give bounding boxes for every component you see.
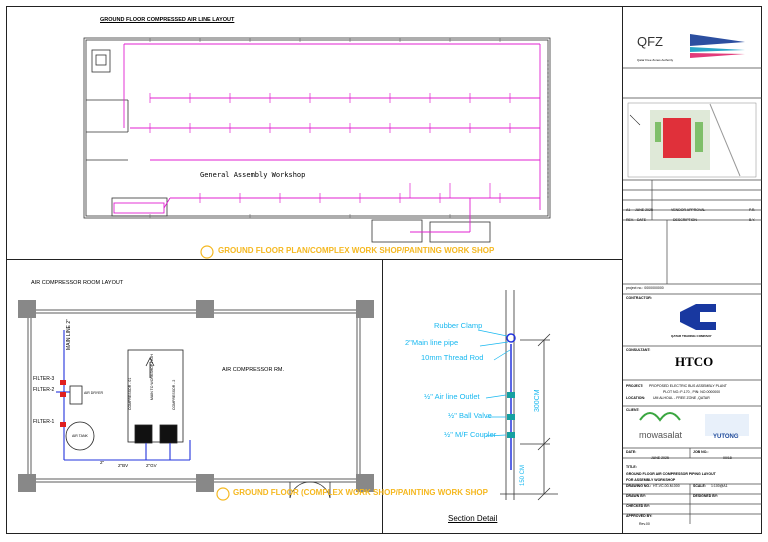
project-label: PROJECT: bbox=[626, 384, 644, 388]
client-logo-sub: Qatar Free Zones Authority bbox=[637, 58, 674, 62]
sheet-revision: Rev.00 bbox=[639, 522, 650, 526]
rev-header-date: DATE bbox=[637, 218, 647, 222]
location-label: LOCATION: bbox=[626, 396, 646, 400]
drawn-by-label: DRAWN BY: bbox=[626, 494, 646, 498]
rev-header-rev: REV. bbox=[626, 218, 634, 222]
bv-label-1: 2"BV bbox=[118, 463, 129, 468]
size-label: 2" bbox=[100, 460, 105, 465]
scale-value: 1:100@A1 bbox=[711, 484, 728, 488]
title-label: TITLE: bbox=[626, 465, 637, 469]
watermark-logo-2 bbox=[216, 487, 230, 501]
client-label: CLIENT: bbox=[626, 408, 640, 412]
air-tank-label: AIR TANK bbox=[72, 434, 88, 438]
ball-valve-label: ½" Ball Valve bbox=[448, 411, 492, 420]
watermark-text-2: GROUND FLOOR (COMPLEX WORK SHOP/PAINTING… bbox=[233, 488, 488, 497]
main-line-pipe-label: 2"Main line pipe bbox=[405, 338, 459, 347]
dim-300-label: 300CM bbox=[534, 389, 541, 412]
workshop-label: General Assembly Workshop bbox=[200, 171, 306, 179]
section-detail-title: Section Detail bbox=[448, 514, 498, 523]
rev-a1-date: JUNE 2025 bbox=[635, 208, 653, 212]
job-label: JOB NO.: bbox=[693, 450, 709, 454]
compressor-room-layout-title: AIR COMPRESSOR ROOM LAYOUT bbox=[31, 280, 124, 286]
client-a-logo: mowasalat bbox=[639, 430, 683, 440]
dim-150-label: 150 CM bbox=[520, 464, 526, 486]
contractor-name: QATAR TRADING COMPANY bbox=[671, 334, 712, 338]
rev-header-desc: DESCRIPTION bbox=[673, 218, 697, 222]
title-block: QFZ Qatar Free Zones Authority A1 JUNE 2… bbox=[622, 6, 762, 534]
air-line-outlet-label: ½" Air line Outlet bbox=[424, 392, 480, 401]
compressor-2-label: COMPRESSOR - 2 bbox=[172, 379, 176, 410]
pipe-drops bbox=[149, 93, 511, 203]
contractor-label: CONTRACTOR: bbox=[626, 296, 652, 300]
drawing-title-2: FOR ASSEMBLY WORKSHOP bbox=[626, 478, 676, 482]
main-line-label: MAIN LINE 2" bbox=[66, 319, 72, 350]
room-label: AIR COMPRESSOR RM. bbox=[222, 367, 285, 373]
compressor-1-label: COMPRESSOR - 01 bbox=[128, 377, 132, 410]
rev-a1: A1 bbox=[626, 208, 631, 212]
thread-rod-label: 10mm Thread Rod bbox=[421, 353, 484, 362]
client-logo-text: QFZ bbox=[637, 34, 663, 49]
compressed-air-pipes bbox=[113, 43, 541, 233]
job-value: 00/18 bbox=[723, 456, 732, 460]
drawing-number-label: DRAWING NO.: bbox=[626, 484, 652, 488]
rev-a1-desc: VENDOR APPROVAL bbox=[671, 208, 706, 212]
project-number: project no.: 0000000000 bbox=[626, 286, 664, 290]
rev-header-by: B.Y. bbox=[749, 218, 756, 222]
rev-a1-by: P.R. bbox=[749, 208, 756, 212]
filter-3-label: FILTER-3 bbox=[33, 376, 55, 382]
drawing-title-1: GROUND FLOOR AIR COMPRESSOR PIPING LAYOU… bbox=[626, 472, 716, 476]
drawing-number: HT-VC-00-M-000 bbox=[653, 484, 680, 488]
scale-label: SCALE: bbox=[693, 484, 707, 488]
mf-coupler-label: ½" M/F Coupler bbox=[444, 430, 497, 439]
filter-2-label: FILTER-2 bbox=[33, 387, 55, 393]
project-plot: PLOT NO.:P-170 , PIN: NO.0000000 bbox=[663, 390, 721, 394]
floor-plan-walls bbox=[83, 37, 551, 243]
ground-floor-layout-title: GROUND FLOOR COMPRESSED AIR LINE LAYOUT bbox=[100, 17, 235, 23]
rubber-clamp-label: Rubber Clamp bbox=[434, 321, 483, 330]
to-workshop-label: MAIN TO WORKSHOP PATH bbox=[150, 354, 154, 400]
air-dryer-label: AIR DRYER bbox=[84, 391, 103, 395]
checked-by-label: CHECKED BY: bbox=[626, 504, 651, 508]
filter-1-label: FILTER-1 bbox=[33, 419, 55, 425]
filters bbox=[60, 380, 66, 427]
date-label: DATE: bbox=[626, 450, 637, 454]
watermark-text-1: GROUND FLOOR PLAN/COMPLEX WORK SHOP/PAIN… bbox=[218, 246, 495, 255]
consultant-logo: HTCO bbox=[675, 354, 714, 369]
section-leaders bbox=[477, 329, 511, 437]
date-value: JUNE 2025 bbox=[651, 456, 669, 460]
designed-by-label: DESIGNED BY: bbox=[693, 494, 719, 498]
watermark-logo-1 bbox=[200, 245, 214, 259]
client-b-logo: YUTONG bbox=[713, 434, 739, 440]
approved-by-label: APPROVED BY: bbox=[626, 514, 653, 518]
gv-label: 2"GV bbox=[146, 463, 157, 468]
project-name: PROPOSED ELECTRIC BUS ASSEMBLY PLANT bbox=[649, 384, 727, 388]
location-name: UM ALHOUL - FREE ZONE ,QATAR bbox=[653, 396, 710, 400]
consultant-label: CONSULTANT: bbox=[626, 348, 651, 352]
